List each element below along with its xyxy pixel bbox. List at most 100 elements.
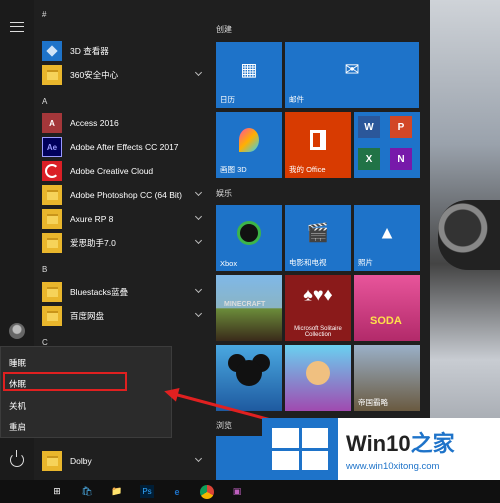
app-access[interactable]: A Access 2016 <box>42 112 207 134</box>
paint3d-icon <box>239 127 259 152</box>
cards-icon: ♠♥♦ <box>303 284 333 305</box>
film-icon: 🎬 <box>306 222 330 243</box>
app-creative-cloud[interactable]: Adobe Creative Cloud <box>42 160 207 182</box>
cube-icon <box>42 41 62 61</box>
photoshop-taskbar-icon[interactable]: Ps <box>132 480 162 503</box>
access-icon: A <box>42 113 62 133</box>
app-label: Adobe Creative Cloud <box>70 166 154 176</box>
store-icon[interactable]: 🛍 <box>72 480 102 503</box>
section-entertainment: 娱乐 <box>216 189 232 198</box>
app-label: Axure RP 8 <box>70 214 114 224</box>
watermark-text: Win10之家 www.win10xitong.com <box>338 426 455 472</box>
folder-icon <box>42 282 62 302</box>
watermark-brand: Win10之家 <box>346 426 455 458</box>
powerpoint-icon: P <box>390 116 412 138</box>
tile-solitaire[interactable]: ♠♥♦ Microsoft Solitaire Collection <box>285 275 351 341</box>
tile-mail[interactable]: ✉ 邮件 <box>285 42 419 108</box>
creative-cloud-icon <box>42 161 62 181</box>
folder-icon <box>42 451 62 471</box>
app-label: Bluestacks蓝叠 <box>70 287 129 297</box>
letter-header-b[interactable]: B <box>42 265 47 274</box>
tile-label: 电影和电视 <box>289 258 327 267</box>
letter-header-a[interactable]: A <box>42 97 47 106</box>
tile-empire-game[interactable]: 帝国霸略 <box>354 345 420 411</box>
start-button-icon[interactable] <box>0 480 42 503</box>
task-view-icon[interactable]: ⊞ <box>42 480 72 503</box>
tile-bubble-witch[interactable] <box>285 345 351 411</box>
app-label: 爱思助手7.0 <box>70 238 116 248</box>
tile-office[interactable]: 我的 Office <box>285 112 351 178</box>
tile-label: 照片 <box>358 258 373 267</box>
taskbar: ⊞ 🛍 📁 Ps e ▣ <box>0 480 500 503</box>
tile-xbox[interactable]: Xbox <box>216 205 282 271</box>
app-label: Dolby <box>70 456 92 466</box>
tile-label: 邮件 <box>289 95 304 104</box>
mickey-icon <box>236 359 262 386</box>
excel-icon: X <box>358 148 380 170</box>
app-taskbar-icon[interactable]: ▣ <box>222 480 252 503</box>
file-explorer-icon[interactable]: 📁 <box>102 480 132 503</box>
sleep-option[interactable]: 睡眠 <box>9 357 26 369</box>
power-submenu: 睡眠 休眠 关机 重启 <box>0 346 172 438</box>
edge-icon[interactable]: e <box>162 480 192 503</box>
photo-icon: ▲ <box>378 222 396 243</box>
app-360[interactable]: 360安全中心 <box>42 64 207 86</box>
app-baidu-netdisk[interactable]: 百度网盘 <box>42 305 207 327</box>
tile-disney-game[interactable] <box>216 345 282 411</box>
app-photoshop[interactable]: Adobe Photoshop CC (64 Bit) <box>42 184 207 206</box>
hamburger-menu-icon[interactable] <box>10 22 24 32</box>
tile-office-apps-group[interactable]: W P X N <box>354 112 420 178</box>
tile-movies[interactable]: 🎬 电影和电视 <box>285 205 351 271</box>
app-label: Adobe After Effects CC 2017 <box>70 142 179 152</box>
watermark-url: www.win10xitong.com <box>346 461 440 472</box>
desktop-background <box>430 0 500 480</box>
tile-label: MINECRAFT <box>224 301 266 308</box>
tile-label: 我的 Office <box>289 165 326 174</box>
onenote-icon: N <box>390 148 412 170</box>
app-label: 百度网盘 <box>70 311 105 321</box>
tile-label: Microsoft Solitaire Collection <box>294 326 342 338</box>
app-label: Access 2016 <box>70 118 119 128</box>
hibernate-highlight-box <box>3 372 127 391</box>
brand-en: Win10 <box>346 431 411 456</box>
chrome-icon[interactable] <box>192 480 222 503</box>
witch-character-icon <box>306 360 330 385</box>
power-icon[interactable] <box>10 450 24 467</box>
folder-icon <box>42 209 62 229</box>
tile-photos[interactable]: ▲ 照片 <box>354 205 420 271</box>
windows-logo-icon <box>262 418 338 480</box>
mail-icon: ✉ <box>344 59 360 80</box>
word-icon: W <box>358 116 380 138</box>
chevron-down-icon <box>194 212 203 221</box>
letter-header-hash[interactable]: # <box>42 10 46 19</box>
section-browse: 浏览 <box>216 421 232 430</box>
tile-paint3d[interactable]: 画图 3D <box>216 112 282 178</box>
app-label: Adobe Photoshop CC (64 Bit) <box>70 190 182 200</box>
app-aisi[interactable]: 爱思助手7.0 <box>42 232 207 254</box>
tile-label: Xbox <box>220 259 238 268</box>
app-after-effects[interactable]: Ae Adobe After Effects CC 2017 <box>42 136 207 158</box>
chevron-down-icon <box>194 68 203 77</box>
wallpaper-image <box>438 200 500 270</box>
app-bluestacks[interactable]: Bluestacks蓝叠 <box>42 281 207 303</box>
tile-minecraft[interactable]: MINECRAFT <box>216 275 282 341</box>
tile-candy-crush-soda[interactable]: SODA <box>354 275 420 341</box>
office-icon <box>310 129 326 150</box>
section-create: 创建 <box>216 25 232 34</box>
ae-icon: Ae <box>42 137 62 157</box>
tile-label: 画图 3D <box>220 165 247 174</box>
shutdown-option[interactable]: 关机 <box>9 400 26 412</box>
tile-calendar[interactable]: ▦ 日历 <box>216 42 282 108</box>
tile-label: SODA <box>370 315 402 327</box>
chevron-down-icon <box>194 285 203 294</box>
folder-icon <box>42 233 62 253</box>
calendar-icon: ▦ <box>240 59 258 80</box>
chevron-down-icon <box>194 236 203 245</box>
restart-option[interactable]: 重启 <box>9 421 26 433</box>
app-3d-viewer[interactable]: 3D 查看器 <box>42 40 207 62</box>
folder-icon <box>42 65 62 85</box>
app-axure[interactable]: Axure RP 8 <box>42 208 207 230</box>
app-dolby[interactable]: Dolby <box>42 450 207 472</box>
user-avatar-icon[interactable] <box>9 323 25 339</box>
xbox-icon <box>237 220 261 245</box>
